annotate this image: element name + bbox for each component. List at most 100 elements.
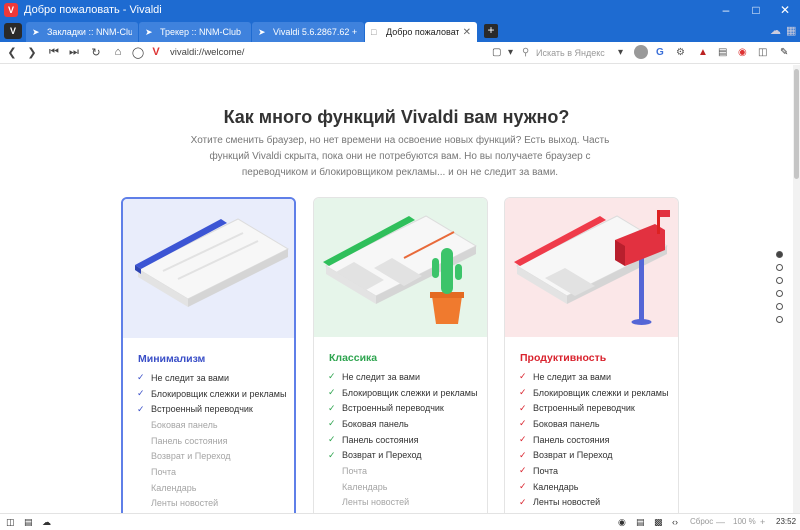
feature-label: Ленты новостей [151,498,219,509]
check-icon: ✓ [328,402,336,413]
search-icon: ⚲ [522,47,530,58]
wallet-icon[interactable]: ◫ [758,47,767,58]
section-dot[interactable] [776,264,783,271]
fast-forward-icon[interactable]: ⏭ [64,46,84,59]
vivaldi-badge-icon: V [152,46,160,58]
list-item: ✓ Блокировщик слежки и рекламы [137,386,286,402]
page-title: Как много функций Vivaldi вам нужно? [223,107,570,127]
extensions-puzzle-icon[interactable]: ✎ [780,47,788,58]
tab-welcome[interactable]: □ Добро пожаловать ✕ [365,22,477,42]
tab-label: Vivaldi 5.6.2867.62 + Автоn [273,27,358,37]
scrollbar-thumb[interactable] [794,69,799,179]
extension-icon[interactable]: ⚙ [676,47,685,58]
feature-list: ✓ Не следит за вами ✓ Блокировщик слежки и… [519,369,668,510]
card-productivity[interactable]: Продуктивность ✓ Не следит за вами ✓ Блоки… [504,197,679,513]
list-item: ✓Панель состояния [137,433,286,449]
maximize-button[interactable]: □ [741,0,771,20]
new-tab-button[interactable]: + [484,24,498,38]
list-item: ✓ Не следит за вами [137,370,286,386]
feature-label: Почта [342,465,367,476]
search-input[interactable]: Искать в Яндекс [530,45,626,61]
panel-toggle-icon[interactable]: ◫ [6,517,15,528]
adblock-icon[interactable]: ▲ [698,47,708,58]
list-item: ✓ Боковая панель [328,416,477,432]
classic-illustration [314,198,487,337]
check-icon: ✓ [519,481,527,492]
feature-label: Возврат и Переход [533,450,613,461]
list-item: ✓Панель состояния [328,432,477,448]
capture-icon[interactable]: ◉ [618,517,626,528]
section-dot[interactable] [776,316,783,323]
card-classic[interactable]: Классика ✓ Не следит за вами ✓ Блокировщик… [313,197,488,513]
status-bar: ◫ ▤ ☁ ◉ ▤ ▩ ‹› Сброс — 100 % + 23:52 [0,513,800,530]
feature-label: Календарь [342,481,388,492]
list-item: ✓ Боковая панель [519,416,668,432]
clock: 23:52 [776,517,797,526]
section-dot[interactable] [776,251,783,258]
page-scrollbar[interactable] [793,65,800,513]
back-icon[interactable]: ❮ [2,46,22,59]
profile-avatar[interactable] [634,45,648,59]
tab-vivaldi-release[interactable]: ➤ Vivaldi 5.6.2867.62 + Автоn [252,22,364,42]
feature-label: Почта [533,465,558,476]
screenshot-icon[interactable]: ◉ [738,47,747,58]
feature-label: Ленты новостей [533,497,601,508]
card-title: Минимализм [138,353,206,365]
tab-bookmarks[interactable]: ➤ Закладки :: NNM-Club [26,22,138,42]
feature-label: Блокировщик слежки и рекламы [151,388,287,399]
tiling-icon[interactable]: ▤ [636,517,645,528]
vivaldi-menu-button[interactable]: V [4,23,22,39]
url-field[interactable]: vivaldi://welcome/ [170,47,244,58]
section-dots [776,251,783,329]
section-dot[interactable] [776,303,783,310]
page-subtitle: Хотите сменить браузер, но нет времени н… [190,135,610,178]
reader-icon[interactable]: ▤ [718,47,727,58]
translate-icon[interactable]: G [656,47,664,58]
tile-tabs-icon[interactable]: ▤ [24,517,33,528]
search-engine-dropdown-icon[interactable]: ▾ [618,47,623,58]
list-item: ✓ Ленты новостей [519,495,668,511]
home-icon[interactable]: ⌂ [108,46,128,58]
tab-close-icon[interactable]: ✕ [463,27,471,38]
section-dot[interactable] [776,290,783,297]
close-button[interactable]: ✕ [770,0,800,20]
check-icon: ✓ [328,418,336,429]
sync-cloud-icon[interactable]: ☁ [42,517,51,528]
list-item: ✓ Не следит за вами [519,369,668,385]
shield-icon[interactable]: ◯ [128,46,148,59]
feature-label: Встроенный переводчик [533,403,635,414]
image-toggle-icon[interactable]: ▩ [654,517,663,528]
forward-icon[interactable]: ❯ [22,46,42,59]
card-minimalism[interactable]: Минимализм ✓ Не следит за вами ✓ Блокировщ… [121,197,296,513]
sync-cloud-icon[interactable]: ☁ [770,24,781,37]
check-icon: ✓ [519,449,527,460]
feature-label: Не следит за вами [533,371,611,382]
minimize-button[interactable]: – [711,0,741,20]
zoom-level: 100 % [733,517,756,526]
feature-label: Встроенный переводчик [342,403,444,414]
check-icon: ✓ [328,449,336,460]
bookmark-icon[interactable]: ▢ [492,47,501,58]
zoom-reset-button[interactable]: Сброс [690,517,713,526]
code-icon[interactable]: ‹› [672,517,678,527]
zoom-in-icon[interactable]: + [760,517,765,527]
check-icon: ✓ [137,403,145,414]
url-dropdown-icon[interactable]: ▾ [508,47,513,58]
address-bar: ❮ ❯ ⏮ ⏭ ↻ ⌂ ◯ V vivaldi://welcome/ ▢ ▾ ⚲… [0,42,800,64]
vivaldi-logo-icon: V [4,3,18,17]
page-content: Как много функций Vivaldi вам нужно? Хот… [0,65,793,513]
tab-label: Трекер :: NNM-Club [160,27,242,37]
list-item: ✓ Календарь [519,479,668,495]
page-icon: □ [371,27,377,37]
check-icon: ✓ [519,496,527,507]
trash-icon[interactable]: ▦ [786,24,796,37]
list-item: ✓Ленты новостей [328,495,477,511]
rewind-icon[interactable]: ⏮ [44,46,64,59]
section-dot[interactable] [776,277,783,284]
zoom-slider-icon[interactable]: — [716,517,725,527]
tab-tracker[interactable]: ➤ Трекер :: NNM-Club [139,22,251,42]
tab-label: Добро пожаловать [386,27,459,37]
feature-label: Встроенный переводчик [151,404,253,415]
reload-icon[interactable]: ↻ [86,46,106,59]
list-item: ✓Почта [137,464,286,480]
